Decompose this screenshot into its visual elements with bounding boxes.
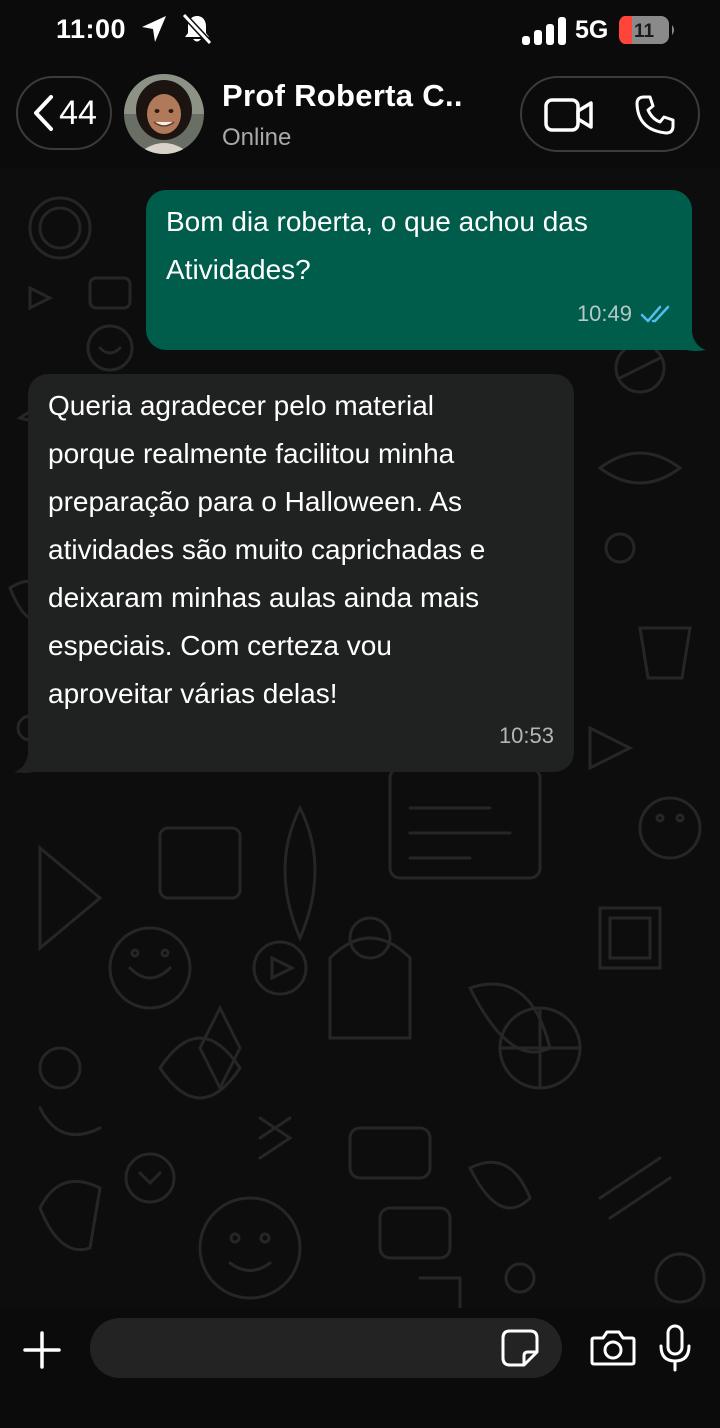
battery-icon: 11 [619,16,674,44]
bell-muted-icon [181,12,213,46]
message-time: 10:53 [498,723,554,748]
status-bar: 11:00 5G 11 [0,0,720,60]
bubble-tail [14,754,34,773]
battery-level: 11 [634,21,655,42]
double-check-icon [640,305,670,323]
call-actions [520,76,700,152]
sticker-icon[interactable] [500,1328,540,1368]
message-text: Queria agradecer pelo material porque re… [48,390,486,709]
network-type: 5G [575,16,609,44]
back-button[interactable]: 44 [16,76,112,150]
message-incoming[interactable]: Queria agradecer pelo material porque re… [28,374,574,772]
message-meta: 10:53 [499,712,554,760]
phone-icon[interactable] [634,94,676,136]
camera-icon[interactable] [590,1328,636,1368]
chat-header: 44 Prof Roberta C.. Online [0,60,720,168]
signal-icon [522,17,566,45]
chat-area[interactable]: Bom dia roberta, o que achou das Ativida… [0,168,720,1308]
message-meta: 10:49 [577,290,672,338]
bubble-tail [686,332,706,351]
message-text: Bom dia roberta, o que achou das Ativida… [166,206,588,285]
unread-count: 44 [59,93,97,132]
contact-name[interactable]: Prof Roberta C.. [222,78,463,114]
message-outgoing[interactable]: Bom dia roberta, o que achou das Ativida… [146,190,692,350]
location-arrow-icon [142,16,166,42]
message-input[interactable] [90,1318,562,1378]
contact-status: Online [222,124,292,151]
microphone-icon[interactable] [658,1324,692,1372]
composer-bar [0,1308,720,1428]
avatar[interactable] [124,74,204,154]
message-time: 10:49 [576,301,632,326]
plus-icon[interactable] [22,1330,62,1370]
chevron-left-icon [34,95,54,131]
status-time: 11:00 [56,14,127,44]
video-icon[interactable] [544,96,594,134]
